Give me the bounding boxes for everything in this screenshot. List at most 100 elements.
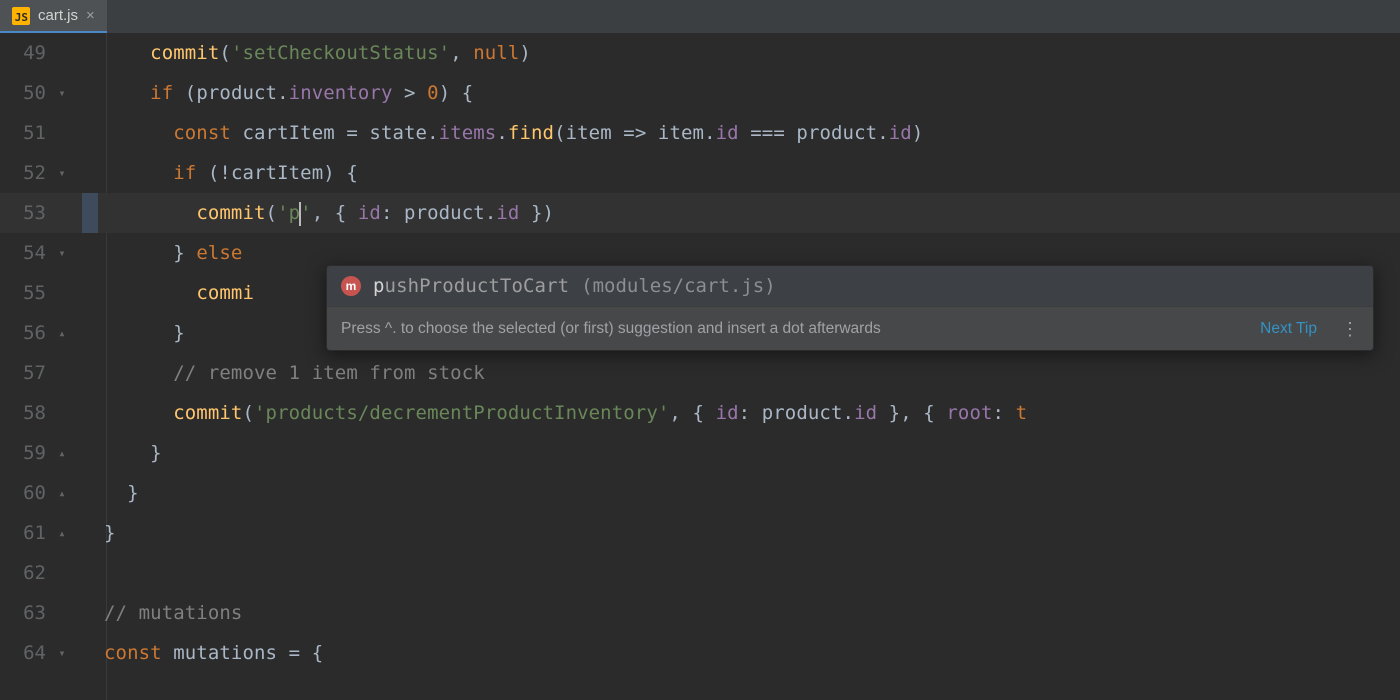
token-ident: cartItem: [242, 122, 334, 144]
token-prop: id: [889, 122, 912, 144]
token-kw: if: [173, 162, 208, 184]
code-content: if (product.inventory > 0) {: [72, 73, 473, 113]
code-line[interactable]: 64▾const mutations = {: [0, 633, 1400, 673]
code-line[interactable]: 49 commit('setCheckoutStatus', null): [0, 33, 1400, 73]
code-line[interactable]: 57 // remove 1 item from stock: [0, 353, 1400, 393]
token-ident: state: [369, 122, 427, 144]
editor-tabbar: JS cart.js ×: [0, 0, 1400, 33]
token-punct: :: [381, 202, 404, 224]
token-ident: item: [658, 122, 704, 144]
fold-gutter[interactable]: ▴: [52, 433, 72, 473]
fold-gutter[interactable]: ▾: [52, 153, 72, 193]
autocomplete-item[interactable]: m pushProductToCart (modules/cart.js): [327, 266, 1373, 306]
code-content: const mutations = {: [72, 633, 323, 673]
line-number: 60: [0, 473, 52, 513]
fold-gutter[interactable]: ▾: [52, 73, 72, 113]
token-punct: .: [843, 402, 855, 424]
line-number: 53: [0, 193, 52, 233]
token-punct: .: [485, 202, 497, 224]
token-prop: inventory: [289, 82, 393, 104]
kebab-icon[interactable]: ⋮: [1341, 309, 1359, 349]
line-number: 62: [0, 553, 52, 593]
fold-gutter[interactable]: ▴: [52, 313, 72, 353]
code-line[interactable]: 50▾ if (product.inventory > 0) {: [0, 73, 1400, 113]
token-fn: commit: [150, 42, 219, 64]
token-punct: .: [277, 82, 289, 104]
token-punct: }, {: [877, 402, 946, 424]
autocomplete-popup: m pushProductToCart (modules/cart.js) Pr…: [326, 265, 1374, 351]
line-number: 58: [0, 393, 52, 433]
token-punct: (!: [208, 162, 231, 184]
token-builtin: t: [1016, 402, 1028, 424]
code-line[interactable]: 63// mutations: [0, 593, 1400, 633]
token-prop: id: [496, 202, 519, 224]
token-builtin: 0: [427, 82, 439, 104]
token-punct: .: [877, 122, 889, 144]
autocomplete-tip: Press ^. to choose the selected (or firs…: [327, 306, 1373, 350]
token-ident: product: [404, 202, 485, 224]
token-punct: }: [173, 242, 196, 264]
code-content: // mutations: [72, 593, 242, 633]
code-line[interactable]: 53 commit('p', { id: product.id }): [0, 193, 1400, 233]
tip-message: Press ^. to choose the selected (or firs…: [341, 309, 881, 349]
fold-gutter[interactable]: ▾: [52, 233, 72, 273]
code-content: const cartItem = state.items.find(item =…: [72, 113, 923, 153]
fold-gutter[interactable]: ▴: [52, 473, 72, 513]
code-editor[interactable]: 49 commit('setCheckoutStatus', null)50▾ …: [0, 33, 1400, 700]
line-number: 50: [0, 73, 52, 113]
code-line[interactable]: 58 commit('products/decrementProductInve…: [0, 393, 1400, 433]
code-content: commi: [72, 273, 254, 313]
code-line[interactable]: 61▴}: [0, 513, 1400, 553]
token-punct: , {: [669, 402, 715, 424]
token-punct: ,: [450, 42, 473, 64]
token-prop: root: [946, 402, 992, 424]
token-punct: =: [335, 122, 370, 144]
code-line[interactable]: 59▴ }: [0, 433, 1400, 473]
code-line[interactable]: 52▾ if (!cartItem) {: [0, 153, 1400, 193]
token-punct: }): [519, 202, 554, 224]
line-number: 61: [0, 513, 52, 553]
code-line[interactable]: 51 const cartItem = state.items.find(ite…: [0, 113, 1400, 153]
token-punct: (: [219, 42, 231, 64]
code-content: commit('products/decrementProductInvento…: [72, 393, 1027, 433]
token-str: 'products/decrementProductInventory': [254, 402, 669, 424]
code-content: commit('setCheckoutStatus', null): [72, 33, 531, 73]
suggestion-text: pushProductToCart: [373, 266, 569, 306]
token-comment: // remove 1 item from stock: [173, 362, 485, 384]
code-content: commit('p', { id: product.id }): [72, 193, 554, 233]
code-line[interactable]: 60▴ }: [0, 473, 1400, 513]
js-file-icon: JS: [12, 7, 30, 25]
line-number: 64: [0, 633, 52, 673]
token-str: 'p: [277, 202, 300, 224]
token-punct: = {: [277, 642, 323, 664]
token-punct: :: [739, 402, 762, 424]
token-prop: id: [358, 202, 381, 224]
token-punct: }: [150, 442, 162, 464]
next-tip-button[interactable]: Next Tip: [1260, 309, 1317, 349]
token-punct: (: [554, 122, 566, 144]
code-content: }: [72, 433, 162, 473]
fold-gutter[interactable]: ▾: [52, 633, 72, 673]
line-number: 54: [0, 233, 52, 273]
token-kw: else: [196, 242, 254, 264]
token-builtin: null: [473, 42, 519, 64]
token-punct: ) {: [323, 162, 358, 184]
code-line[interactable]: 62: [0, 553, 1400, 593]
token-punct: .: [427, 122, 439, 144]
token-punct: }: [127, 482, 139, 504]
token-fn: find: [508, 122, 554, 144]
mutation-icon: m: [341, 276, 361, 296]
token-punct: }: [104, 522, 116, 544]
token-kw: const: [104, 642, 173, 664]
token-prop: id: [854, 402, 877, 424]
tab-cart-js[interactable]: JS cart.js ×: [0, 0, 107, 33]
token-kw: if: [150, 82, 185, 104]
token-punct: ) {: [439, 82, 474, 104]
token-punct: ): [912, 122, 924, 144]
code-content: // remove 1 item from stock: [72, 353, 485, 393]
fold-gutter[interactable]: ▴: [52, 513, 72, 553]
token-ident: mutations: [173, 642, 277, 664]
close-icon[interactable]: ×: [86, 7, 95, 24]
token-punct: :: [993, 402, 1016, 424]
code-content: }: [72, 513, 116, 553]
